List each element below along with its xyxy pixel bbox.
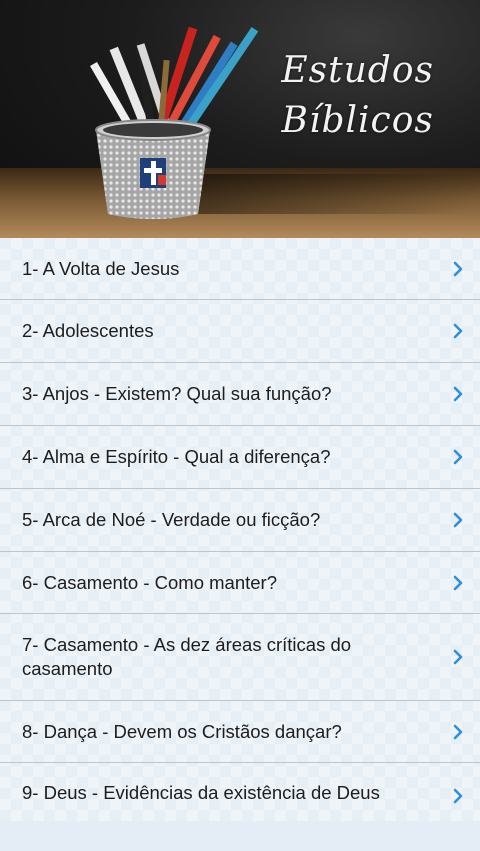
chevron-right-icon xyxy=(449,260,467,278)
list-item[interactable]: 8- Dança - Devem os Cristãos dançar? xyxy=(0,701,480,763)
list-item[interactable]: 9- Deus - Evidências da existência de De… xyxy=(0,763,480,851)
chevron-right-icon xyxy=(449,385,467,403)
list-item[interactable]: 4- Alma e Espírito - Qual a diferença? xyxy=(0,426,480,489)
app-title-line2: Bíblicos xyxy=(281,96,434,146)
list-item[interactable]: 7- Casamento - As dez áreas críticas do … xyxy=(0,614,480,701)
chevron-right-icon xyxy=(449,723,467,741)
list-item-label: 2- Adolescentes xyxy=(22,319,430,343)
list-item[interactable]: 6- Casamento - Como manter? xyxy=(0,552,480,614)
chevron-right-icon xyxy=(449,648,467,666)
list-item[interactable]: 5- Arca de Noé - Verdade ou ficção? xyxy=(0,489,480,552)
list-item-label: 8- Dança - Devem os Cristãos dançar? xyxy=(22,720,430,744)
list-item[interactable]: 1- A Volta de Jesus xyxy=(0,238,480,300)
list-item-label: 1- A Volta de Jesus xyxy=(22,257,430,281)
app-title-line1: Estudos xyxy=(281,46,434,96)
list-item-label: 9- Deus - Evidências da existência de De… xyxy=(22,781,430,805)
list-item-label: 6- Casamento - Como manter? xyxy=(22,571,430,595)
list-item-label: 5- Arca de Noé - Verdade ou ficção? xyxy=(22,508,430,532)
chevron-right-icon xyxy=(449,322,467,340)
chevron-right-icon xyxy=(449,574,467,592)
list-item[interactable]: 2- Adolescentes xyxy=(0,300,480,363)
list-item-label: 7- Casamento - As dez áreas críticas do … xyxy=(22,633,430,681)
list-item-label: 3- Anjos - Existem? Qual sua função? xyxy=(22,382,430,406)
header-banner: Estudos Bíblicos xyxy=(0,0,480,238)
study-list: 1- A Volta de Jesus 2- Adolescentes 3- A… xyxy=(0,238,480,821)
chevron-right-icon xyxy=(449,511,467,529)
list-item-label: 4- Alma e Espírito - Qual a diferença? xyxy=(22,445,430,469)
app-title: Estudos Bíblicos xyxy=(281,46,434,146)
chevron-right-icon xyxy=(449,448,467,466)
list-item[interactable]: 3- Anjos - Existem? Qual sua função? xyxy=(0,363,480,426)
chevron-right-icon xyxy=(449,787,467,805)
